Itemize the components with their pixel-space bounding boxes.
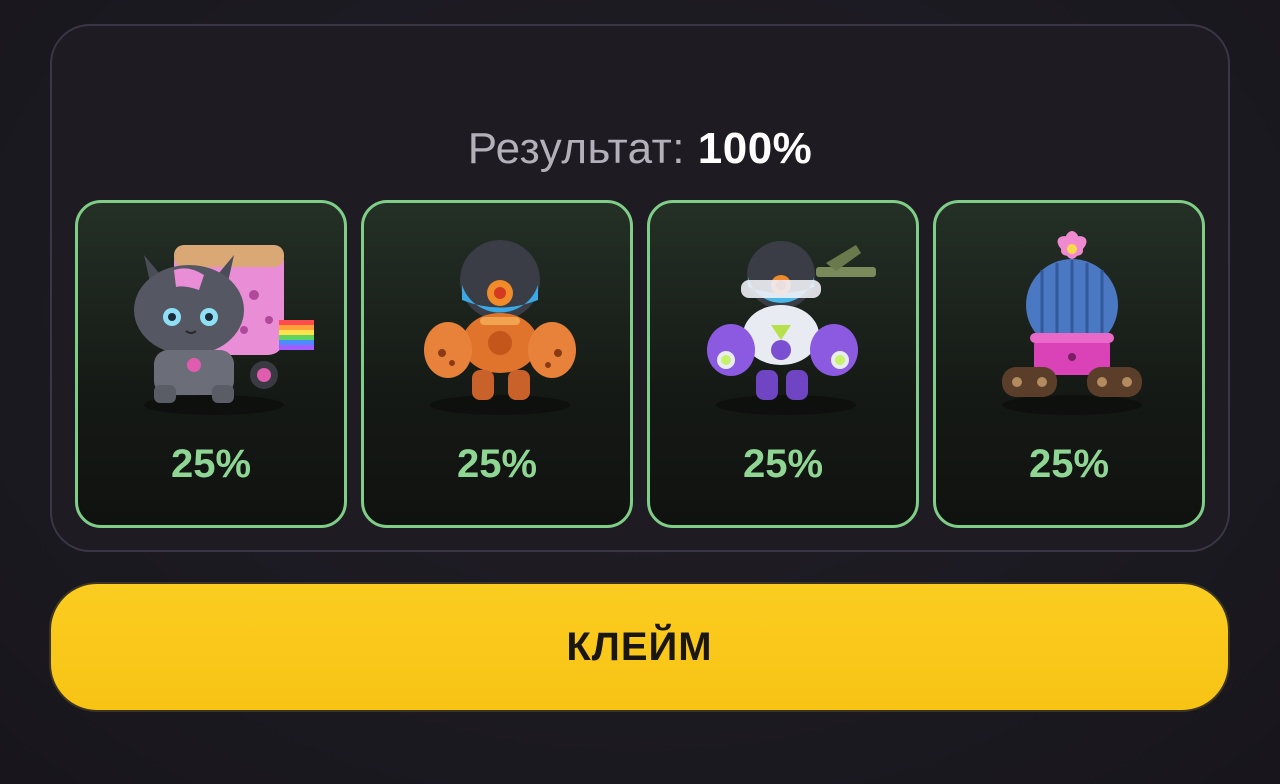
card-percent: 25% <box>742 442 824 486</box>
result-label: Результат: <box>467 124 686 173</box>
robot-cat-icon <box>134 245 314 415</box>
card-percent: 25% <box>1028 442 1110 486</box>
reward-card-robot-cat[interactable]: 25% <box>75 200 347 528</box>
claim-button-label: КЛЕЙМ <box>566 624 713 669</box>
cactus-tank-icon <box>1002 231 1142 415</box>
page: Результат: 100% 25% 25% 25% 25% КЛЕЙМ <box>0 0 1280 784</box>
result-value: 100% <box>697 124 813 173</box>
card-percent: 25% <box>170 442 252 486</box>
reward-card-orange-mech[interactable]: 25% <box>361 200 633 528</box>
card-percent: 25% <box>456 442 538 486</box>
purple-mech-icon <box>707 241 876 415</box>
claim-button[interactable]: КЛЕЙМ <box>49 582 1230 712</box>
reward-card-cactus-tank[interactable]: 25% <box>933 200 1205 528</box>
reward-cards: 25% 25% 25% 25% <box>75 200 1207 528</box>
orange-mech-icon <box>424 240 576 415</box>
reward-card-purple-mech[interactable]: 25% <box>647 200 919 528</box>
result-heading: Результат: 100% <box>52 124 1228 174</box>
